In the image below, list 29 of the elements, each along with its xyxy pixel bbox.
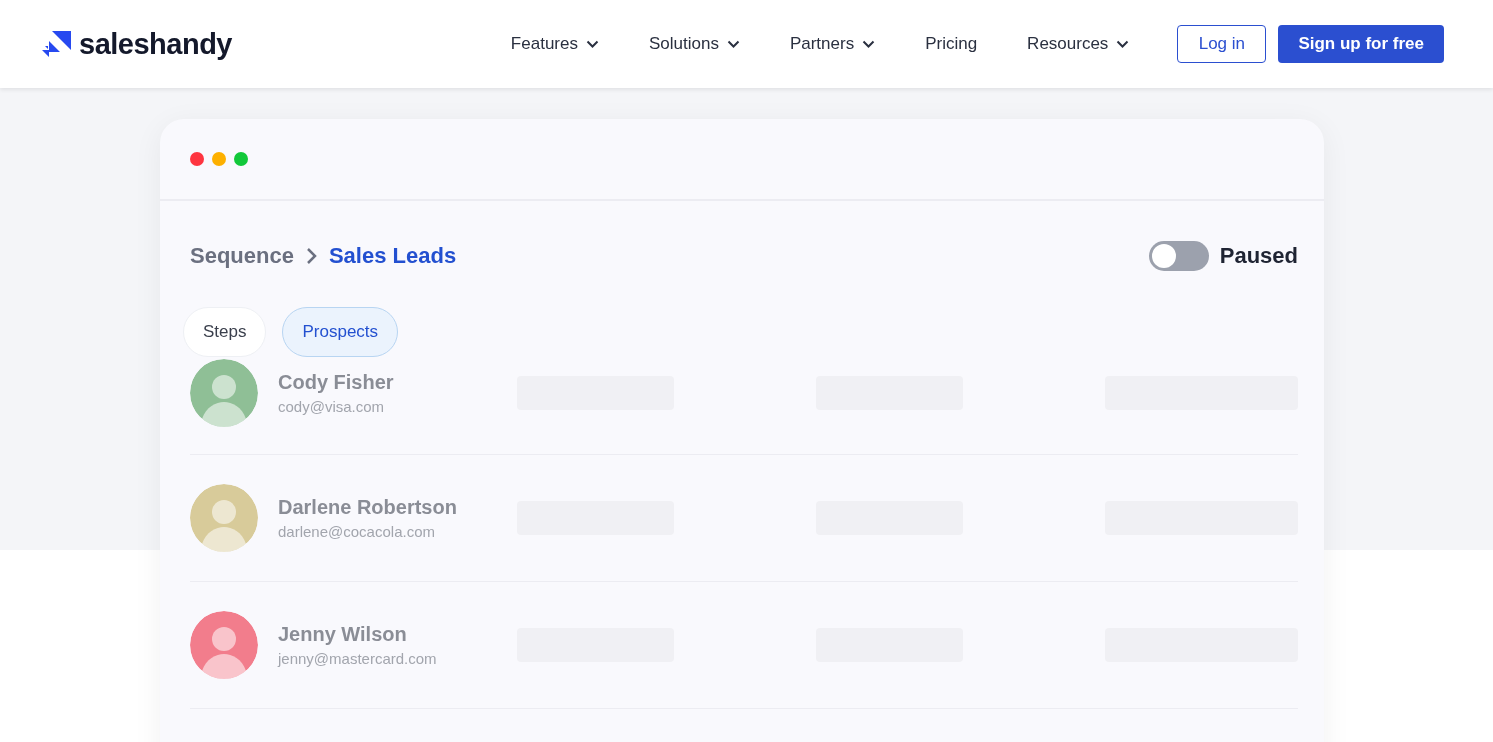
chevron-right-icon (305, 247, 317, 265)
nav-link[interactable]: Features (510, 34, 599, 54)
signup-button[interactable]: Sign up for free (1278, 25, 1444, 63)
nav-link[interactable]: Partners (789, 34, 876, 54)
breadcrumb-current: Sales Leads (328, 243, 457, 269)
login-button[interactable]: Log in (1177, 25, 1267, 63)
tab[interactable]: Steps (183, 307, 267, 357)
breadcrumb-link[interactable]: Sequence (190, 243, 294, 269)
nav-link[interactable]: Pricing (925, 34, 978, 54)
chevron-down-icon (726, 40, 740, 48)
status-toggle[interactable] (1148, 241, 1209, 271)
nav-link[interactable]: Resources (1027, 34, 1130, 54)
chevron-down-icon (1116, 40, 1130, 48)
close-dot (190, 152, 204, 166)
prospect-email: darlene@cocacola.com (278, 523, 436, 540)
prospect-name: Cody Fisher (278, 370, 395, 394)
chevron-down-icon (585, 40, 599, 48)
minimize-dot (212, 152, 226, 166)
tab[interactable]: Prospects (282, 307, 399, 357)
prospect-email: cody@visa.com (278, 397, 386, 415)
chevron-down-icon (862, 40, 876, 48)
nav-link[interactable]: Solutions (648, 34, 740, 54)
prospect-email: jenny@mastercard.com (278, 650, 438, 667)
prospect-name: Jenny Wilson (278, 623, 408, 646)
logo-text: saleshandy (79, 27, 232, 61)
logo-icon (42, 30, 71, 58)
toggle-label: Paused (1219, 243, 1298, 269)
prospect-name: Darlene Robertson (278, 496, 458, 519)
maximize-dot (234, 152, 248, 166)
